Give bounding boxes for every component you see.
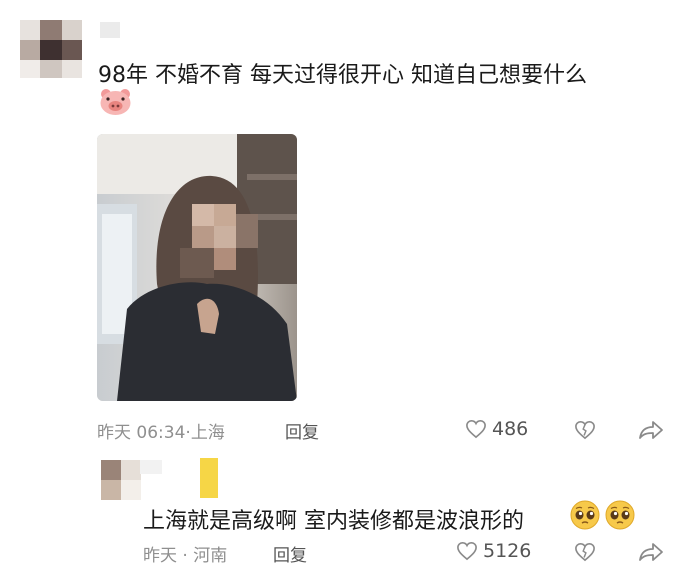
pleading-face-icon: [569, 500, 601, 530]
user-badge-blurred: [200, 458, 218, 498]
broken-heart-icon[interactable]: [574, 542, 596, 562]
time-text: 昨天: [143, 546, 177, 566]
location-text: 上海: [190, 423, 225, 443]
heart-outline-icon: [465, 419, 487, 439]
avatar[interactable]: [20, 20, 84, 80]
comment-text: 98年 不婚不育 每天过得很开心 知道自己想要什么: [98, 63, 587, 88]
location-text: 河南: [193, 546, 228, 566]
username-blurred[interactable]: [100, 22, 120, 38]
pleading-face-icon: [604, 500, 636, 530]
comment-photo[interactable]: [97, 134, 297, 401]
username-blurred[interactable]: [140, 460, 162, 474]
broken-heart-icon[interactable]: [574, 420, 596, 440]
dot-separator: ·: [177, 546, 194, 566]
time-text: 昨天 06:34: [97, 423, 186, 443]
like-button[interactable]: 5126: [456, 540, 531, 562]
like-button[interactable]: 486: [465, 418, 528, 440]
pig-face-icon: [99, 88, 132, 116]
comment-text: 上海就是高级啊 室内装修都是波浪形的: [143, 509, 524, 534]
like-count: 5126: [483, 540, 532, 562]
share-arrow-icon[interactable]: [638, 542, 664, 562]
reply-button[interactable]: 回复: [273, 541, 307, 566]
avatar[interactable]: [101, 460, 141, 500]
share-arrow-icon[interactable]: [638, 420, 664, 440]
comment-timestamp: 昨天 · 河南: [143, 541, 227, 566]
reply-button[interactable]: 回复: [285, 418, 319, 443]
like-count: 486: [492, 418, 529, 440]
heart-outline-icon: [456, 541, 478, 561]
comment-timestamp: 昨天 06:34·上海: [97, 418, 225, 443]
